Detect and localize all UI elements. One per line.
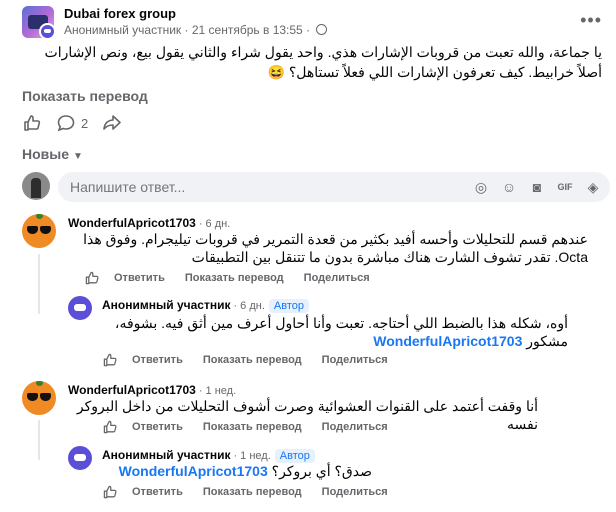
comment-actions: Ответить Показать перевод Поделиться bbox=[102, 419, 408, 435]
commenter-name[interactable]: Анонимный участник bbox=[102, 298, 230, 312]
mention-link[interactable]: WonderfulApricot1703 bbox=[119, 463, 268, 479]
translate-button[interactable]: Показать перевод bbox=[203, 486, 302, 498]
comment-time[interactable]: · 6 дн. bbox=[199, 218, 230, 230]
meta-separator: · bbox=[184, 23, 189, 37]
sort-dropdown[interactable]: Новые ▼ bbox=[22, 146, 83, 162]
sort-label: Новые bbox=[22, 146, 70, 162]
reply-button[interactable]: Ответить bbox=[132, 354, 183, 366]
anonymous-mask-icon[interactable]: ◎ bbox=[472, 178, 490, 196]
author-badge: Автор bbox=[274, 449, 315, 463]
author-badge: Автор bbox=[268, 299, 309, 313]
reply-input[interactable] bbox=[58, 172, 438, 202]
translate-button[interactable]: Показать перевод bbox=[203, 354, 302, 366]
reply-button[interactable]: Ответить bbox=[132, 421, 183, 433]
share-button[interactable]: Поделиться bbox=[304, 272, 370, 284]
commenter-name[interactable]: WonderfulApricot1703 bbox=[68, 383, 196, 397]
current-user-avatar bbox=[22, 172, 50, 200]
thumbs-up-icon[interactable] bbox=[102, 484, 118, 500]
caret-down-icon: ▼ bbox=[73, 151, 83, 162]
emoji-icon[interactable]: ☺ bbox=[500, 178, 518, 196]
anonymous-badge-icon bbox=[39, 23, 56, 40]
post-header: Dubai forex group Анонимный участник · 2… bbox=[22, 6, 602, 40]
comment-time[interactable]: · 1 нед. bbox=[233, 450, 270, 462]
reply-button[interactable]: Ответить bbox=[114, 272, 165, 284]
commenter-avatar[interactable] bbox=[22, 214, 56, 248]
translate-button[interactable]: Показать перевод bbox=[203, 421, 302, 433]
thread-line bbox=[38, 254, 40, 314]
leaf-icon bbox=[36, 214, 43, 219]
comment-header: Анонимный участник · 6 дн. Автор bbox=[102, 296, 309, 314]
globe-icon bbox=[316, 24, 328, 35]
meta-separator: · bbox=[306, 23, 311, 37]
thumbs-up-icon[interactable] bbox=[102, 419, 118, 435]
leaf-icon bbox=[36, 381, 43, 386]
comment-icon bbox=[57, 115, 75, 132]
commenter-name[interactable]: Анонимный участник bbox=[102, 448, 230, 462]
anonymous-avatar[interactable] bbox=[68, 296, 92, 320]
share-icon bbox=[103, 115, 122, 130]
comment-button[interactable]: 2 bbox=[56, 113, 88, 133]
share-button[interactable]: Поделиться bbox=[322, 421, 388, 433]
thumbs-up-icon[interactable] bbox=[84, 270, 100, 286]
post-meta: Анонимный участник · 21 сентябрь в 13:55… bbox=[64, 23, 328, 37]
comment-text: أوه، شكله هذا بالضبط اللي أحتاجه. تعبت و… bbox=[102, 314, 568, 350]
reply-button[interactable]: Ответить bbox=[132, 486, 183, 498]
composer-icons: ◎ ☺ ◙ GIF ◈ bbox=[462, 178, 602, 196]
commenter-name[interactable]: WonderfulApricot1703 bbox=[68, 216, 196, 230]
mention-link[interactable]: WonderfulApricot1703 bbox=[373, 333, 522, 349]
comment-time[interactable]: · 6 дн. bbox=[233, 300, 264, 312]
post-actions: 2 bbox=[22, 110, 136, 136]
camera-icon[interactable]: ◙ bbox=[528, 178, 546, 196]
comment-actions: Ответить Показать перевод Поделиться bbox=[84, 270, 390, 286]
share-button[interactable]: Поделиться bbox=[322, 354, 388, 366]
comment-text: صدق؟ أي بروكر؟ WonderfulApricot1703 bbox=[102, 462, 372, 480]
gif-icon[interactable]: GIF bbox=[556, 178, 574, 196]
comment-text-body: صدق؟ أي بروكر؟ bbox=[271, 463, 372, 479]
comment-actions: Ответить Показать перевод Поделиться bbox=[102, 484, 408, 500]
group-name[interactable]: Dubai forex group bbox=[64, 6, 176, 21]
comment-composer: ◎ ☺ ◙ GIF ◈ bbox=[22, 172, 610, 204]
thumbs-up-icon bbox=[24, 115, 41, 131]
comment-time[interactable]: · 1 нед. bbox=[199, 385, 236, 397]
post-timestamp[interactable]: 21 сентябрь в 13:55 bbox=[192, 23, 303, 37]
anonymous-avatar[interactable] bbox=[68, 446, 92, 470]
comment-actions: Ответить Показать перевод Поделиться bbox=[102, 352, 408, 368]
share-button[interactable] bbox=[102, 113, 122, 133]
post-author: Анонимный участник bbox=[64, 23, 182, 37]
commenter-avatar[interactable] bbox=[22, 381, 56, 415]
more-options-icon[interactable]: ••• bbox=[580, 10, 602, 31]
sunglasses-icon bbox=[27, 393, 51, 401]
sticker-icon[interactable]: ◈ bbox=[584, 178, 602, 196]
share-button[interactable]: Поделиться bbox=[322, 486, 388, 498]
sunglasses-icon bbox=[27, 226, 51, 234]
thread-line bbox=[38, 420, 40, 460]
translate-post-link[interactable]: Показать перевод bbox=[22, 88, 148, 104]
composer-box: ◎ ☺ ◙ GIF ◈ bbox=[58, 172, 610, 202]
comment-count: 2 bbox=[81, 115, 89, 131]
post-text: يا جماعة، والله تعبت من قروبات الإشارات … bbox=[44, 44, 602, 80]
thumbs-up-icon[interactable] bbox=[102, 352, 118, 368]
comment-text: عندهم قسم للتحليلات وأحسه أفيد بكثير من … bbox=[83, 231, 588, 265]
translate-button[interactable]: Показать перевод bbox=[185, 272, 284, 284]
like-button[interactable] bbox=[22, 113, 42, 133]
